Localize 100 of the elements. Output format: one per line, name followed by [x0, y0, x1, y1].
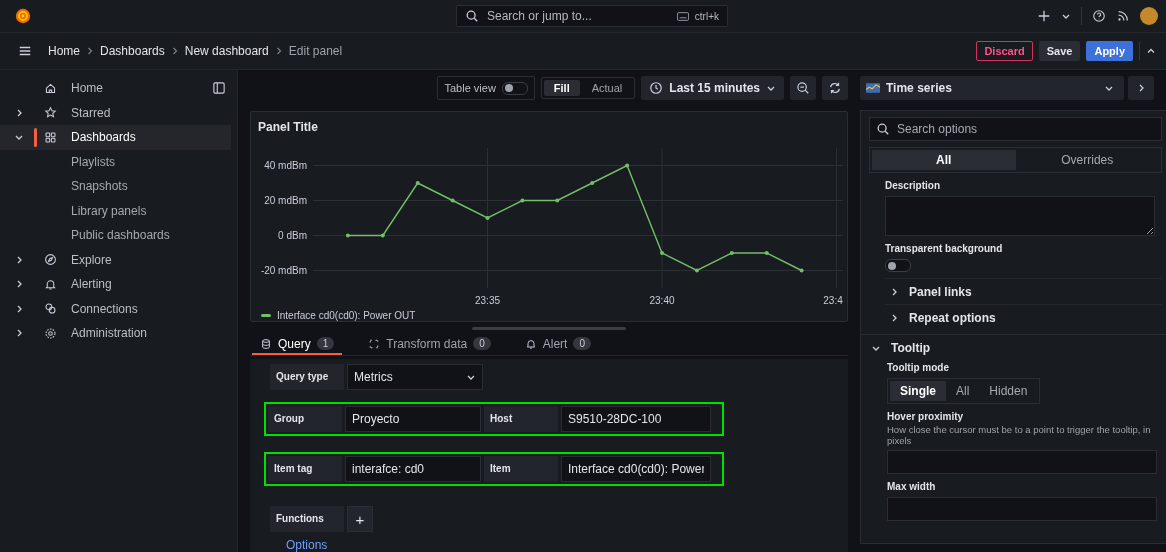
field-label: Group — [268, 406, 342, 432]
nav-subitem[interactable]: Snapshots — [0, 174, 237, 199]
star-icon — [44, 106, 57, 120]
x-axis-label: 23:40 — [649, 295, 675, 306]
panel-title: Panel Title — [257, 119, 319, 136]
breadcrumb-link[interactable]: New dashboard — [184, 44, 269, 58]
bell-icon — [44, 277, 57, 291]
query-tab[interactable]: Alert 0 — [516, 334, 599, 355]
chevron-right-icon — [86, 46, 94, 56]
radio-option[interactable]: All — [946, 381, 980, 401]
add-button[interactable]: + — [347, 506, 373, 532]
x-axis-label: 23:4 — [823, 295, 843, 306]
nav-item[interactable]: Connections — [0, 296, 231, 321]
visualization-picker[interactable]: Time series — [860, 76, 1124, 100]
link-icon — [44, 302, 57, 316]
refresh-button[interactable] — [822, 76, 848, 100]
options-link[interactable]: Options — [268, 538, 848, 552]
options-tab[interactable]: All — [872, 150, 1016, 170]
nav-subitem[interactable]: Playlists — [0, 149, 237, 174]
compass-icon — [44, 253, 57, 267]
dock-panel-icon[interactable] — [213, 82, 225, 95]
y-axis-label: 20 mdBm — [264, 195, 307, 206]
menu-icon[interactable] — [18, 44, 32, 58]
table-view-toggle[interactable]: Table view — [437, 76, 535, 100]
zoom-out-icon — [796, 81, 810, 95]
query-tab[interactable]: Transform data 0 — [360, 334, 499, 355]
nav-item[interactable]: Home — [0, 76, 231, 101]
collapsible-section[interactable]: Repeat options — [885, 304, 1162, 330]
chevron-right-icon — [274, 46, 283, 56]
count-badge: 1 — [316, 337, 335, 350]
input-field[interactable] — [887, 450, 1157, 474]
radio-option[interactable]: Single — [890, 381, 946, 401]
field-label: Item — [484, 456, 558, 482]
help-icon[interactable] — [1092, 9, 1106, 23]
y-axis-label: -20 mdBm — [260, 265, 307, 276]
zoom-out-button[interactable] — [790, 76, 816, 100]
count-badge: 0 — [473, 337, 491, 350]
field-description: How close the cursor must be to a point to trigger the tooltip, in pixels — [887, 424, 1152, 446]
nav-subitem[interactable]: Public dashboards — [0, 223, 237, 248]
clock-icon — [649, 81, 664, 95]
chevron-up-icon[interactable] — [1146, 46, 1156, 56]
field-label: Transparent background — [885, 243, 1004, 254]
field-label: Host — [484, 406, 558, 432]
action-button[interactable]: Discard — [976, 41, 1033, 61]
count-badge: 0 — [573, 337, 591, 350]
switch[interactable] — [885, 259, 911, 272]
legend-label[interactable]: Interface cd0(cd0): Power OUT — [277, 310, 416, 321]
resize-handle[interactable] — [472, 326, 626, 330]
action-button[interactable]: Save — [1038, 41, 1081, 61]
search-input[interactable]: Search or jump to... — [485, 8, 671, 24]
search-icon — [876, 122, 890, 136]
keyboard-icon — [676, 11, 689, 21]
search-field[interactable]: Search or jump to... ctrl+k — [456, 5, 728, 27]
breadcrumb-link[interactable]: Dashboards — [100, 44, 165, 58]
chevron-right-button[interactable] — [1128, 76, 1154, 100]
time-series-icon — [866, 83, 880, 93]
nav-item[interactable]: Alerting — [0, 272, 231, 297]
input-field[interactable]: interafce: cd0 — [345, 456, 481, 482]
search-input[interactable]: Search options — [895, 121, 1155, 137]
switch[interactable] — [501, 81, 528, 95]
chevron-right-icon — [170, 46, 179, 56]
select-field[interactable]: Metrics — [347, 364, 483, 390]
input-field[interactable]: S9510-28DC-100 — [561, 406, 711, 432]
input-field[interactable]: Proyecto — [345, 406, 481, 432]
action-button[interactable]: Apply — [1086, 41, 1133, 61]
field-label: Max width — [887, 481, 937, 492]
options-tab[interactable]: Overrides — [1015, 150, 1159, 170]
query-tab[interactable]: Query 1 — [252, 334, 343, 355]
input-field[interactable] — [887, 497, 1157, 521]
collapsible-section[interactable]: Panel links — [885, 278, 1162, 304]
shortcut-hint: ctrl+k — [694, 10, 719, 22]
field-label: Description — [885, 180, 941, 191]
search-icon — [465, 9, 479, 23]
field-label: Query type — [270, 364, 344, 390]
database-icon — [260, 337, 272, 350]
section-header[interactable]: Tooltip — [871, 341, 1166, 355]
field-label: Hover proximity — [887, 411, 965, 422]
time-range-picker[interactable]: Last 15 minutes — [641, 76, 784, 100]
nav-item[interactable]: Administration — [0, 321, 231, 346]
grid-icon — [44, 130, 57, 144]
field-label: Functions — [270, 506, 344, 532]
nav-item[interactable]: Explore — [0, 247, 231, 272]
radio-option[interactable]: Hidden — [979, 381, 1038, 401]
nav-item[interactable]: Dashboards — [0, 125, 231, 150]
home-icon — [44, 81, 57, 95]
y-axis-label: 0 dBm — [278, 230, 307, 241]
rss-icon[interactable] — [1116, 9, 1130, 23]
breadcrumb-link[interactable]: Home — [48, 44, 80, 58]
transform-icon — [368, 337, 381, 350]
breadcrumb-current: Edit panel — [288, 44, 343, 58]
x-axis-label: 23:35 — [475, 295, 501, 306]
search-field[interactable]: Search options — [869, 117, 1162, 141]
bell-icon — [524, 337, 537, 350]
view-mode-tab[interactable]: Actual — [581, 80, 633, 96]
user-avatar[interactable] — [1140, 7, 1158, 25]
plus-icon[interactable] — [1037, 9, 1051, 23]
nav-subitem[interactable]: Library panels — [0, 198, 237, 223]
grafana-logo[interactable] — [14, 7, 32, 25]
view-mode-tab[interactable]: Fill — [543, 80, 580, 96]
nav-item[interactable]: Starred — [0, 100, 231, 125]
